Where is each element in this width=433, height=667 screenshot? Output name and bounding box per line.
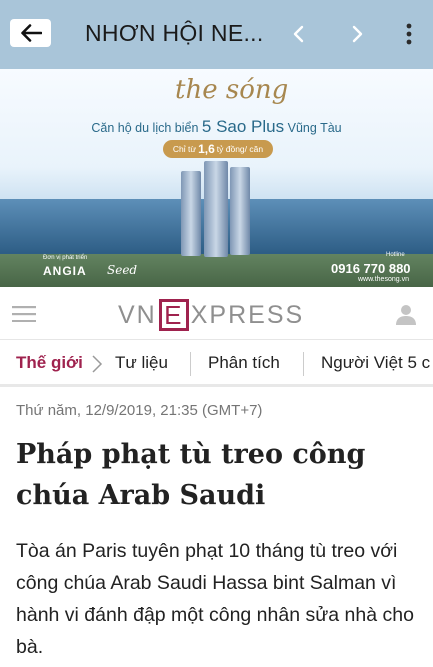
developer-logo-angia: ANGIA [43,264,87,278]
chevron-left-icon[interactable] [289,22,309,46]
price-prefix: Chỉ từ [172,144,197,154]
banner-tower-3 [230,167,250,255]
banner-tagline-prefix: Căn hộ du lịch biển [91,121,199,135]
category-divider [303,352,304,376]
developer-label: Đơn vị phát triển [43,255,88,261]
user-icon[interactable] [395,303,417,325]
chevron-right-icon [92,355,103,373]
category-the-gioi[interactable]: Thế giới [16,353,83,373]
price-suffix: tỷ đồng/ căn [216,144,264,154]
chevron-right-icon[interactable] [347,22,367,46]
category-tu-lieu[interactable]: Tư liệu [115,353,168,373]
logo-e-box: E [158,299,189,331]
price-value: 1,6 [198,142,215,156]
site-header: VN E XPRESS [0,287,433,340]
banner-price-badge: Chỉ từ 1,6 tỷ đồng/ căn [163,140,273,158]
banner-website: www.thesong.vn [358,276,409,283]
category-nav: Thế giới Tư liệu Phân tích Người Việt 5 … [0,340,433,387]
banner-tower-2 [204,161,228,257]
page-title: NHƠN HỘI NE... [85,20,264,46]
banner-tagline-highlight: 5 Sao Plus [201,117,285,136]
ad-banner[interactable]: the sóng Căn hộ du lịch biển 5 Sao Plus … [0,69,433,287]
hotline-number: 0916 770 880 [331,261,411,276]
site-logo[interactable]: VN E XPRESS [118,299,304,331]
article-lead: Tòa án Paris tuyên phạt 10 tháng tù treo… [16,540,414,658]
banner-tagline-suffix: Vũng Tàu [287,121,342,135]
category-divider [190,352,191,376]
logo-text-left: VN [118,300,157,329]
category-phan-tich[interactable]: Phân tích [208,353,280,373]
logo-text-right: XPRESS [190,300,305,329]
article-date: Thứ năm, 12/9/2019, 21:35 (GMT+7) [16,402,263,419]
banner-brand-logo: the sóng [175,75,289,105]
banner-tower-1 [181,171,201,256]
more-vertical-icon[interactable] [400,20,418,48]
category-nguoi-viet[interactable]: Người Việt 5 c [321,353,430,373]
developer-logo-seed: Seed [107,263,138,277]
back-button[interactable] [10,19,51,47]
app-top-bar: NHƠN HỘI NE... [0,0,433,69]
hotline-label: Hotline [386,252,405,258]
banner-tagline: Căn hộ du lịch biển 5 Sao Plus Vũng Tàu [0,117,433,137]
arrow-left-icon [20,24,42,42]
hamburger-menu-icon[interactable] [12,306,36,322]
article-title: Pháp phạt tù treo công chúa Arab Saudi [16,439,366,511]
